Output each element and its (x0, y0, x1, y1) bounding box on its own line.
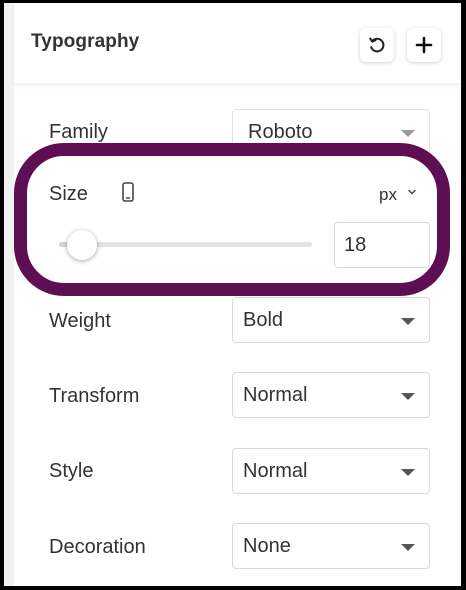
screenshot-frame: Typography Family Roboto Size px 18 Weig… (4, 3, 461, 586)
family-value: Roboto (248, 121, 313, 143)
style-value: Normal (243, 460, 308, 482)
chevron-down-icon (401, 469, 415, 476)
reset-icon (369, 37, 385, 53)
transform-label: Transform (49, 385, 140, 407)
family-label: Family (49, 121, 108, 143)
typography-panel: Typography Family Roboto Size px 18 Weig… (14, 3, 461, 586)
unit-selector[interactable]: px (379, 185, 397, 205)
chevron-down-icon (401, 318, 415, 325)
plus-icon (415, 36, 433, 54)
size-input[interactable] (334, 222, 430, 268)
chevron-down-icon (401, 130, 415, 137)
style-select[interactable]: Normal (232, 448, 430, 494)
chevron-down-icon (401, 544, 415, 551)
decoration-value: None (243, 535, 291, 557)
reset-button[interactable] (360, 28, 394, 62)
family-select[interactable]: Roboto (232, 109, 430, 155)
transform-value: Normal (243, 384, 308, 406)
mobile-device-icon[interactable] (121, 181, 135, 203)
size-label: Size (49, 183, 88, 205)
weight-select[interactable]: Bold (232, 297, 430, 343)
weight-label: Weight (49, 310, 111, 332)
panel-header: Typography (14, 3, 461, 83)
decoration-select[interactable]: None (232, 523, 430, 569)
panel-title: Typography (31, 31, 140, 52)
chevron-down-icon (401, 393, 415, 400)
style-label: Style (49, 460, 94, 482)
weight-value: Bold (243, 309, 284, 331)
transform-select[interactable]: Normal (232, 372, 430, 418)
size-slider-handle[interactable] (67, 230, 97, 260)
add-button[interactable] (407, 28, 441, 62)
decoration-label: Decoration (49, 536, 146, 558)
unit-chevron-down-icon[interactable] (407, 187, 417, 197)
